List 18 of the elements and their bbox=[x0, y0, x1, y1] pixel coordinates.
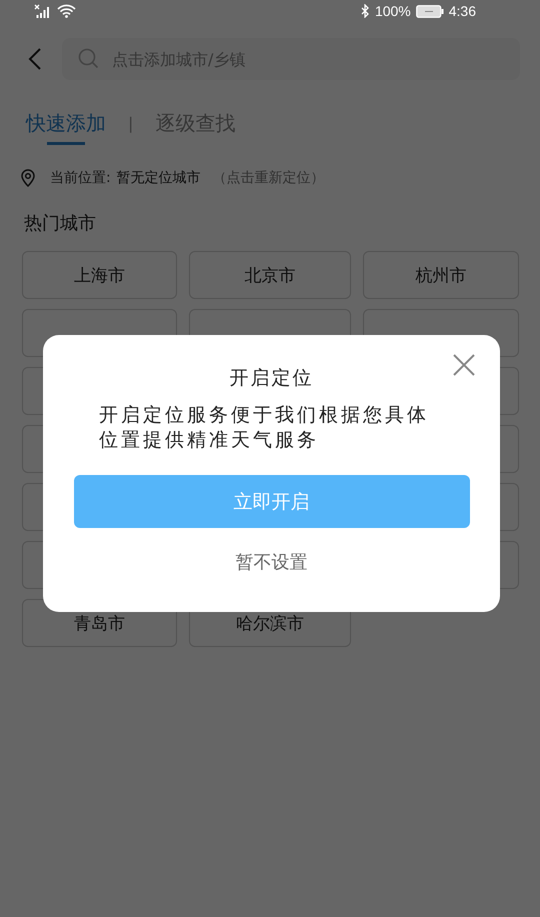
enable-button[interactable]: 立即开启 bbox=[74, 475, 470, 528]
cellular-signal-icon bbox=[34, 4, 52, 18]
wifi-icon bbox=[57, 4, 76, 18]
clock-time: 4:36 bbox=[448, 3, 476, 19]
location-value: 暂无定位城市 bbox=[116, 169, 201, 187]
city-button[interactable]: 杭州市 bbox=[363, 251, 519, 299]
location-label: 当前位置: bbox=[50, 169, 111, 187]
battery-icon bbox=[416, 4, 444, 18]
location-pin-icon bbox=[20, 169, 36, 187]
tab-divider: | bbox=[128, 114, 134, 135]
city-button[interactable]: 上海市 bbox=[22, 251, 177, 299]
dialog-message: 开启定位服务便于我们根据您具体位置提供精准天气服务 bbox=[99, 403, 430, 453]
dialog-title: 开启定位 bbox=[230, 366, 314, 391]
not-now-button[interactable]: 暂不设置 bbox=[226, 546, 318, 578]
section-title: 热门城市 bbox=[23, 212, 97, 235]
bluetooth-icon bbox=[360, 4, 370, 18]
battery-percentage: 100% bbox=[374, 3, 411, 19]
city-button[interactable]: 北京市 bbox=[189, 251, 351, 299]
